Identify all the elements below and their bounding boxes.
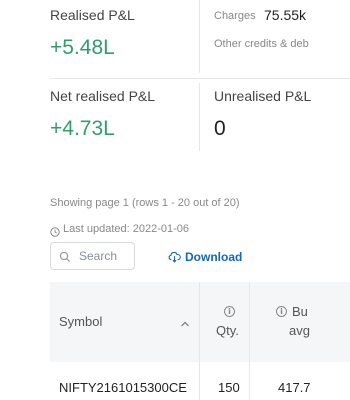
column-header-qty[interactable]: i Qty. [199, 282, 249, 362]
column-header-symbol[interactable]: Symbol [50, 282, 199, 362]
last-updated-text: Last updated: 2022-01-06 [63, 223, 189, 235]
charges-label: Charges [214, 10, 256, 22]
clock-icon [50, 224, 60, 237]
symbol-header-label: Symbol [59, 314, 103, 329]
row-buy-avg: 417.7 [278, 380, 311, 395]
net-realised-pnl-label: Net realised P&L [50, 88, 156, 104]
paging-info: Showing page 1 (rows 1 - 20 out of 20) [50, 197, 240, 209]
buy-avg-header-label-bottom: avg [289, 323, 310, 338]
last-updated: Last updated: 2022-01-06 [50, 223, 189, 237]
sort-chevron-up-icon[interactable] [180, 315, 190, 327]
row-symbol: NIFTY2161015300CE [59, 380, 187, 395]
search-icon [59, 250, 71, 263]
summary-divider-vertical [199, 0, 200, 73]
unrealised-pnl-label: Unrealised P&L [214, 88, 312, 104]
qty-header-label: Qty. [216, 323, 239, 338]
summary-divider-vertical-2 [199, 83, 200, 151]
unrealised-pnl-value: 0 [214, 117, 226, 140]
download-button[interactable]: Download [168, 250, 242, 264]
realised-pnl-value: +5.48L [50, 36, 115, 59]
table-row[interactable]: NIFTY2161015300CE 150 417.7 [50, 362, 350, 400]
row-qty: 150 [218, 380, 240, 395]
realised-pnl-label: Realised P&L [50, 7, 135, 23]
charges-value: 75.55k [264, 7, 307, 23]
column-header-buy-avg[interactable]: i Bu avg [249, 282, 350, 362]
buy-avg-info-icon[interactable]: i [276, 306, 287, 317]
download-label: Download [185, 250, 243, 264]
other-credits-label: Other credits & deb [214, 38, 309, 50]
qty-info-icon[interactable]: i [224, 306, 235, 317]
search-input[interactable] [77, 248, 133, 264]
net-realised-pnl-value: +4.73L [50, 117, 115, 140]
summary-divider-horizontal [50, 78, 350, 79]
download-cloud-icon [168, 251, 181, 263]
search-box[interactable] [50, 242, 135, 270]
buy-avg-header-label-top: Bu [292, 304, 308, 319]
